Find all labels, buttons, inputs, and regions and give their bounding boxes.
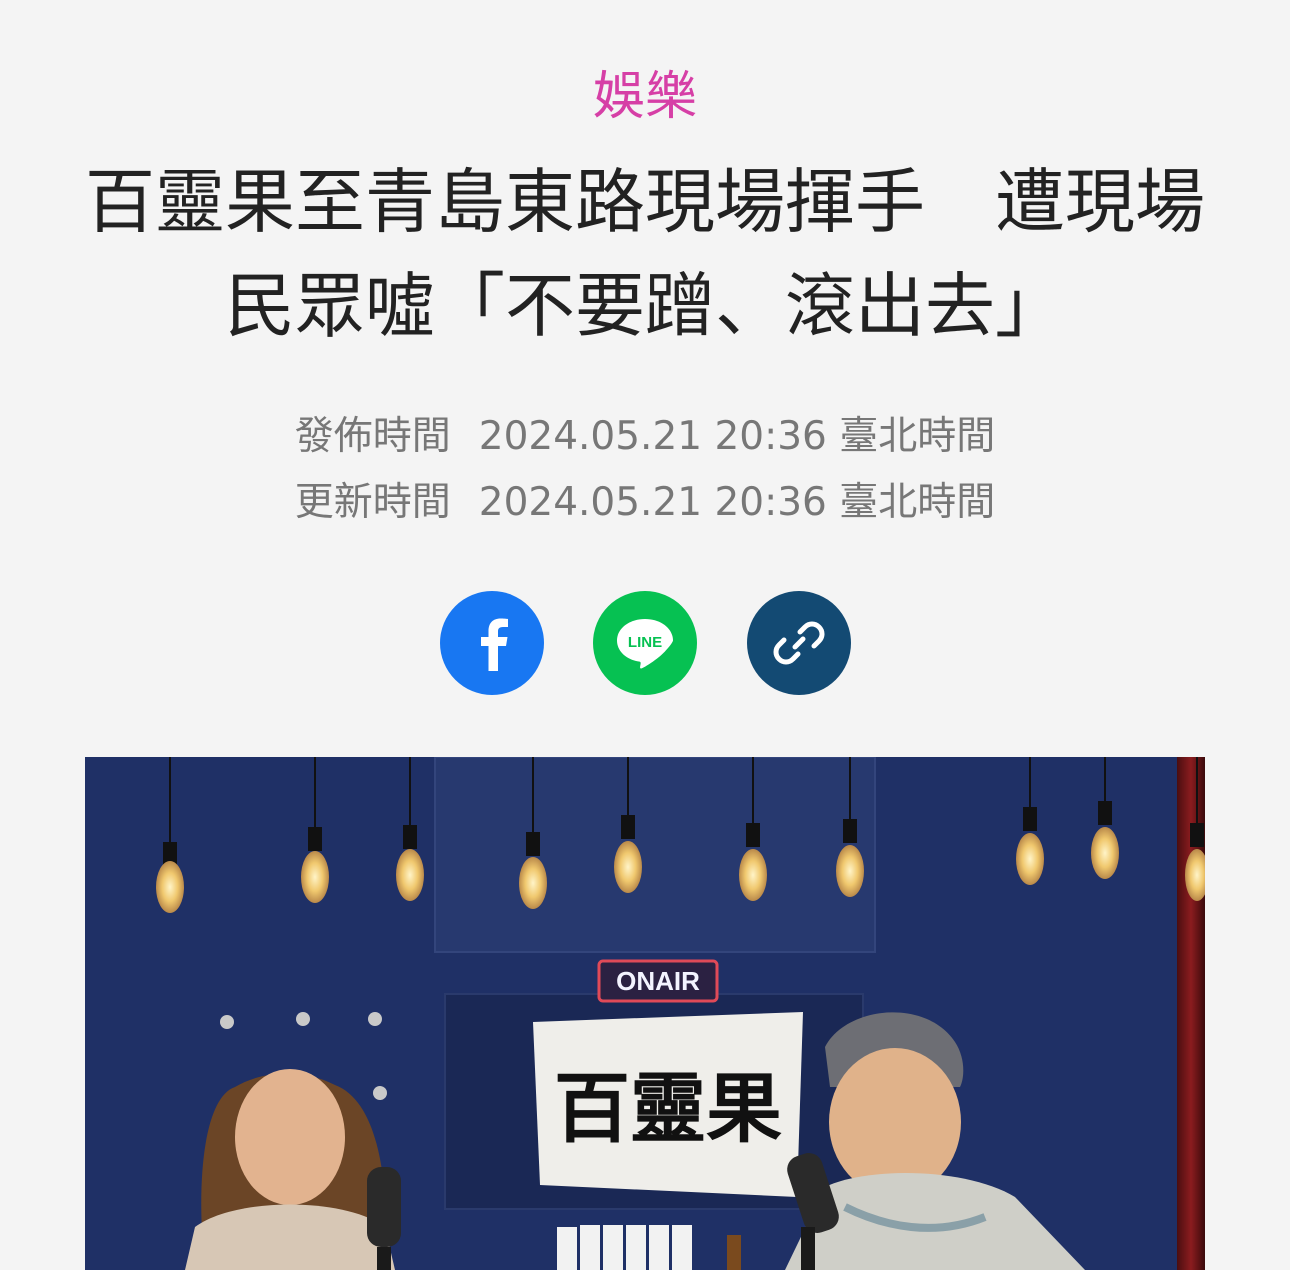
line-icon-text: LINE <box>628 634 662 651</box>
updated-value: 2024.05.21 20:36 臺北時間 <box>478 480 996 525</box>
published-value: 2024.05.21 20:36 臺北時間 <box>478 414 996 459</box>
line-share-button[interactable]: LINE <box>593 591 697 695</box>
facebook-icon <box>481 618 508 671</box>
updated-time-row: 更新時間 2024.05.21 20:36 臺北時間 <box>0 470 1290 536</box>
share-bar: LINE <box>440 591 851 697</box>
link-icon <box>773 621 825 665</box>
headline-line-1: 百靈果至青島東路現場揮手 遭現場 <box>85 161 1205 243</box>
podcast-studio-image: ONAIR 百靈果 <box>85 757 1205 1270</box>
onair-sign: ONAIR <box>597 959 719 1003</box>
onair-text: ONAIR <box>616 966 700 996</box>
line-icon: LINE <box>617 619 673 669</box>
copy-link-button[interactable] <box>747 591 851 695</box>
article-photo: ONAIR 百靈果 <box>85 757 1205 1270</box>
facebook-share-button[interactable] <box>440 591 544 695</box>
category-label[interactable]: 娛樂 <box>0 64 1290 130</box>
headline: 百靈果至青島東路現場揮手 遭現場 民眾噓「不要蹭、滾出去」 <box>50 150 1240 358</box>
published-label: 發佈時間 <box>294 414 451 459</box>
updated-label: 更新時間 <box>294 480 451 525</box>
published-time-row: 發佈時間 2024.05.21 20:36 臺北時間 <box>0 404 1290 470</box>
calligraphy-banner: 百靈果 <box>533 1012 803 1197</box>
article-meta: 發佈時間 2024.05.21 20:36 臺北時間 更新時間 2024.05.21… <box>0 404 1290 536</box>
banner-text: 百靈果 <box>554 1064 782 1153</box>
headline-line-2: 民眾噓「不要蹭、滾出去」 <box>225 265 1065 347</box>
